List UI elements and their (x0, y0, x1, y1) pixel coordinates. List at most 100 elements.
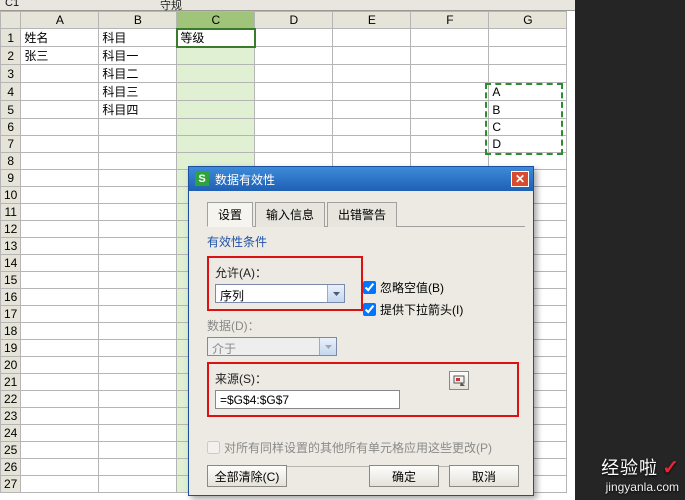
row-header-5[interactable]: 5 (1, 101, 21, 119)
cell-B3[interactable]: 科目二 (99, 65, 177, 83)
dialog-titlebar[interactable]: S 数据有效性 ✕ (189, 167, 533, 191)
cell-C1[interactable]: 等级 (177, 29, 255, 47)
col-header-A[interactable]: A (21, 12, 99, 29)
row-header-23[interactable]: 23 (1, 408, 21, 425)
cell-C4[interactable] (177, 83, 255, 101)
cell-A7[interactable] (21, 136, 99, 153)
cell-D1[interactable] (255, 29, 333, 47)
row-header-11[interactable]: 11 (1, 204, 21, 221)
row-header-16[interactable]: 16 (1, 289, 21, 306)
cell-A20[interactable] (21, 357, 99, 374)
cell-A26[interactable] (21, 459, 99, 476)
dropdown-input[interactable] (363, 303, 376, 316)
in-cell-dropdown-checkbox[interactable]: 提供下拉箭头(I) (363, 301, 519, 318)
row-header-21[interactable]: 21 (1, 374, 21, 391)
range-select-button[interactable] (449, 371, 469, 390)
ok-button[interactable]: 确定 (369, 465, 439, 487)
cell-E6[interactable] (333, 119, 411, 136)
cell-B10[interactable] (99, 187, 177, 204)
cell-E4[interactable] (333, 83, 411, 101)
cell-E7[interactable] (333, 136, 411, 153)
cell-F7[interactable] (411, 136, 489, 153)
row-header-4[interactable]: 4 (1, 83, 21, 101)
cell-B17[interactable] (99, 306, 177, 323)
row-header-6[interactable]: 6 (1, 119, 21, 136)
cell-B16[interactable] (99, 289, 177, 306)
col-header-E[interactable]: E (333, 12, 411, 29)
cell-B12[interactable] (99, 221, 177, 238)
cell-C3[interactable] (177, 65, 255, 83)
cell-C7[interactable] (177, 136, 255, 153)
cell-B15[interactable] (99, 272, 177, 289)
cell-D4[interactable] (255, 83, 333, 101)
cell-G5[interactable]: B (489, 101, 567, 119)
cell-D2[interactable] (255, 47, 333, 65)
row-header-22[interactable]: 22 (1, 391, 21, 408)
row-header-2[interactable]: 2 (1, 47, 21, 65)
row-header-1[interactable]: 1 (1, 29, 21, 47)
tab-settings[interactable]: 设置 (207, 202, 253, 227)
select-all-corner[interactable] (1, 12, 21, 29)
cell-A18[interactable] (21, 323, 99, 340)
cell-A21[interactable] (21, 374, 99, 391)
col-header-F[interactable]: F (411, 12, 489, 29)
clear-all-button[interactable]: 全部清除(C) (207, 465, 287, 487)
row-header-26[interactable]: 26 (1, 459, 21, 476)
cell-B14[interactable] (99, 255, 177, 272)
row-header-20[interactable]: 20 (1, 357, 21, 374)
cell-G1[interactable] (489, 29, 567, 47)
cell-B23[interactable] (99, 408, 177, 425)
col-header-B[interactable]: B (99, 12, 177, 29)
cell-F5[interactable] (411, 101, 489, 119)
cancel-button[interactable]: 取消 (449, 465, 519, 487)
row-header-19[interactable]: 19 (1, 340, 21, 357)
row-header-12[interactable]: 12 (1, 221, 21, 238)
cell-A3[interactable] (21, 65, 99, 83)
row-header-9[interactable]: 9 (1, 170, 21, 187)
cell-A16[interactable] (21, 289, 99, 306)
cell-B19[interactable] (99, 340, 177, 357)
col-header-C[interactable]: C (177, 12, 255, 29)
cell-A10[interactable] (21, 187, 99, 204)
cell-A25[interactable] (21, 442, 99, 459)
cell-E5[interactable] (333, 101, 411, 119)
chevron-down-icon[interactable] (327, 285, 344, 302)
cell-B18[interactable] (99, 323, 177, 340)
cell-B5[interactable]: 科目四 (99, 101, 177, 119)
row-header-14[interactable]: 14 (1, 255, 21, 272)
cell-E2[interactable] (333, 47, 411, 65)
cell-A1[interactable]: 姓名 (21, 29, 99, 47)
row-header-15[interactable]: 15 (1, 272, 21, 289)
cell-A19[interactable] (21, 340, 99, 357)
row-header-7[interactable]: 7 (1, 136, 21, 153)
cell-B22[interactable] (99, 391, 177, 408)
cell-B4[interactable]: 科目三 (99, 83, 177, 101)
ignore-blank-input[interactable] (363, 281, 376, 294)
cell-F3[interactable] (411, 65, 489, 83)
cell-B11[interactable] (99, 204, 177, 221)
cell-F6[interactable] (411, 119, 489, 136)
cell-A22[interactable] (21, 391, 99, 408)
cell-B27[interactable] (99, 476, 177, 493)
allow-dropdown[interactable]: 序列 (215, 284, 345, 303)
cell-B6[interactable] (99, 119, 177, 136)
cell-A9[interactable] (21, 170, 99, 187)
cell-A13[interactable] (21, 238, 99, 255)
cell-D5[interactable] (255, 101, 333, 119)
name-box[interactable]: C1 (5, 0, 19, 9)
row-header-18[interactable]: 18 (1, 323, 21, 340)
cell-F1[interactable] (411, 29, 489, 47)
close-button[interactable]: ✕ (511, 171, 529, 187)
cell-B8[interactable] (99, 153, 177, 170)
source-input[interactable] (215, 390, 400, 409)
cell-D7[interactable] (255, 136, 333, 153)
cell-G6[interactable]: C (489, 119, 567, 136)
cell-F4[interactable] (411, 83, 489, 101)
cell-G2[interactable] (489, 47, 567, 65)
cell-B25[interactable] (99, 442, 177, 459)
cell-G3[interactable] (489, 65, 567, 83)
cell-B9[interactable] (99, 170, 177, 187)
cell-F2[interactable] (411, 47, 489, 65)
cell-A24[interactable] (21, 425, 99, 442)
tab-error-alert[interactable]: 出错警告 (327, 202, 397, 227)
